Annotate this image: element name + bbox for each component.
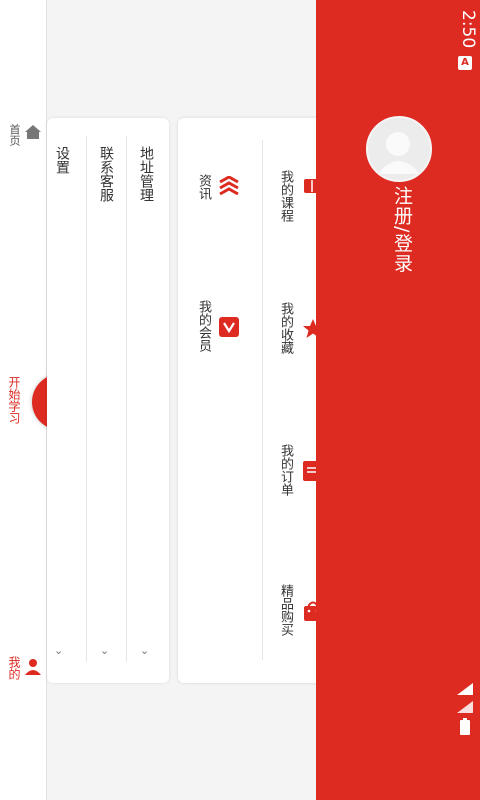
premium-purchase-label: 精品购买 [278, 584, 293, 636]
news-item[interactable]: 资讯 [190, 170, 246, 230]
avatar[interactable] [366, 116, 432, 182]
settings-label: 设置 [54, 146, 70, 174]
home-icon [25, 125, 41, 139]
chevron-down-icon: ⌄ [54, 644, 64, 657]
contact-service-label: 联系客服 [98, 146, 114, 202]
start-study-label: 开始学习 [7, 376, 21, 424]
wifi-icon [457, 683, 473, 695]
default-avatar-icon [368, 118, 430, 180]
my-membership-item[interactable]: 我的会员 [190, 300, 246, 380]
address-management-item[interactable]: 地址管理 ⌄ [128, 140, 166, 670]
login-register-link[interactable]: 注册/登录 [384, 186, 416, 276]
my-membership-label: 我的会员 [196, 300, 211, 352]
user-icon [25, 659, 41, 675]
chevron-down-icon: ⌄ [100, 644, 110, 657]
signal-icon [457, 701, 473, 713]
mine-tab[interactable]: 我的 [4, 652, 44, 702]
contact-service-item[interactable]: 联系客服 ⌄ [88, 140, 126, 670]
home-tab-label: 首页 [8, 124, 21, 146]
home-tab[interactable]: 首页 [4, 120, 44, 180]
settings-item[interactable]: 设置 ⌄ [48, 140, 86, 670]
news-label: 资讯 [196, 174, 211, 200]
my-favorites-label: 我的收藏 [278, 302, 293, 354]
my-orders-label: 我的订单 [278, 444, 293, 496]
status-icons [454, 682, 476, 738]
vip-icon [219, 317, 239, 337]
my-courses-label: 我的课程 [278, 170, 293, 222]
divider [262, 140, 263, 660]
address-management-label: 地址管理 [138, 146, 154, 202]
news-icon [219, 176, 239, 196]
status-time: 2:50 [458, 10, 478, 49]
chevron-down-icon: ⌄ [140, 644, 150, 657]
battery-icon [460, 718, 470, 735]
divider [126, 136, 127, 662]
notification-a-icon: A [458, 56, 472, 70]
mine-tab-label: 我的 [7, 656, 21, 680]
divider [86, 136, 87, 662]
